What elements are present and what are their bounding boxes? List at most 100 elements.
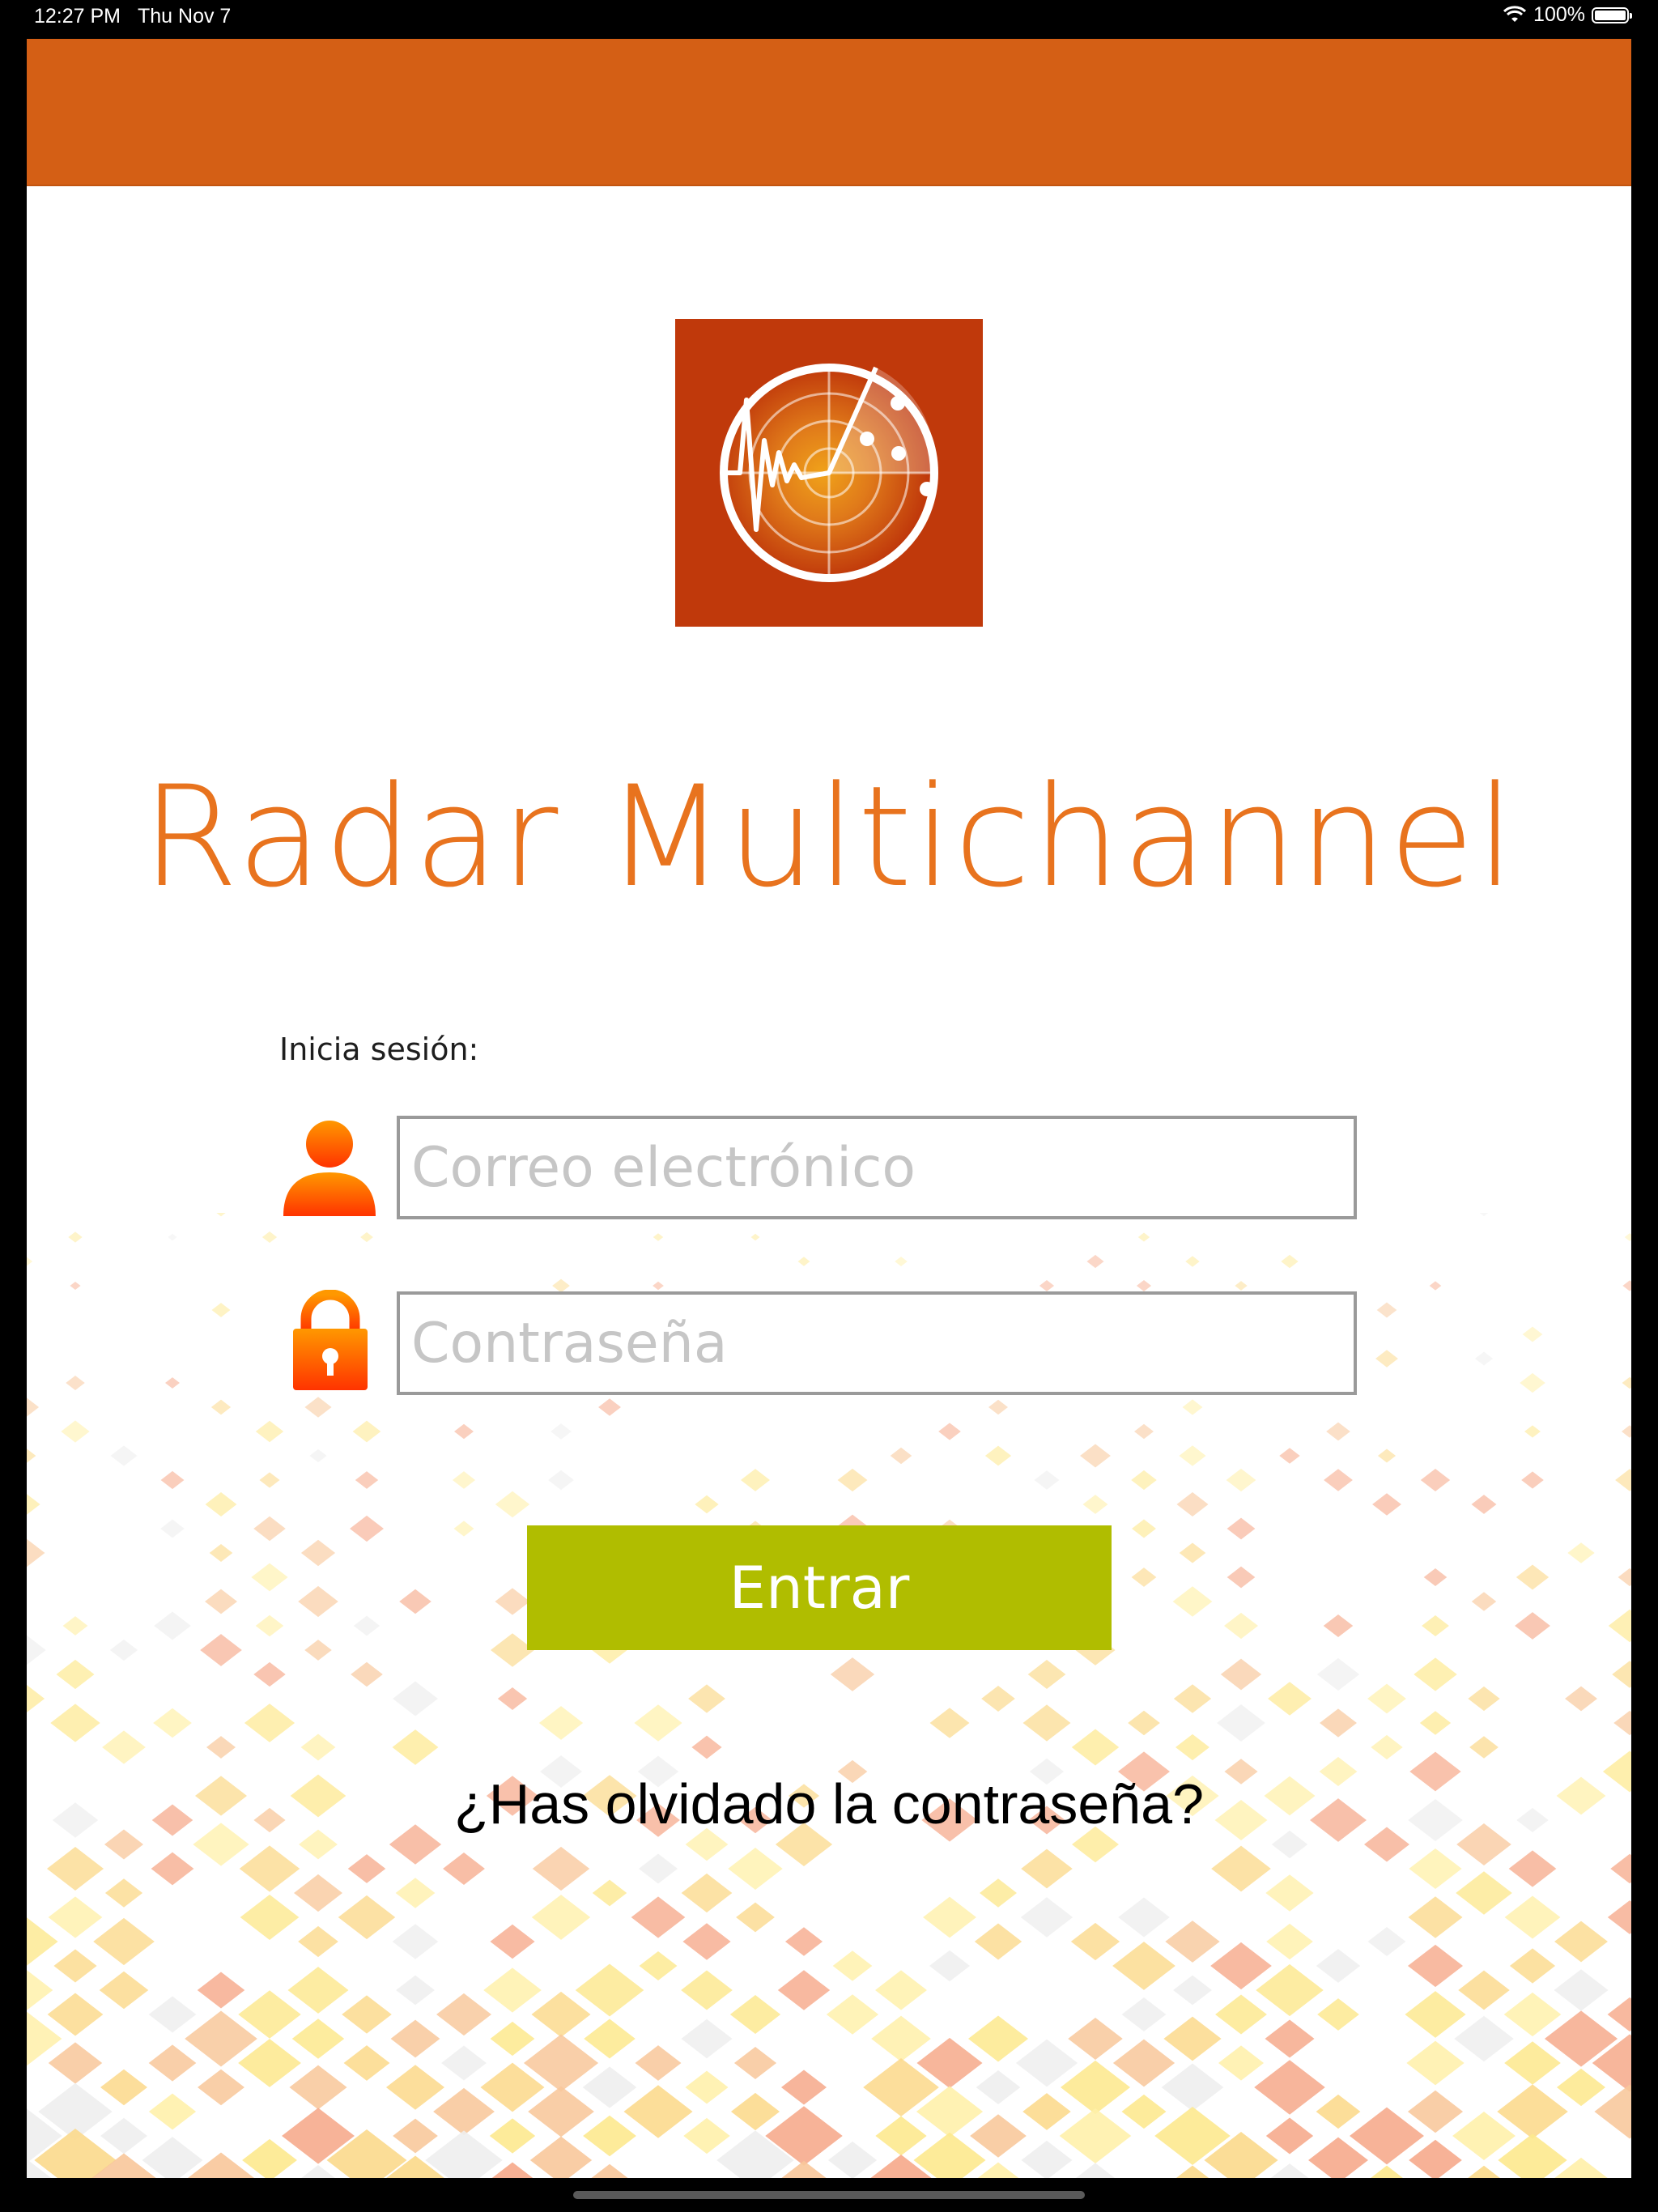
background-diamond: [1406, 2040, 1465, 2086]
background-diamond: [1565, 1686, 1597, 1712]
background-diamond: [1071, 1729, 1120, 1766]
background-diamond: [1508, 1850, 1557, 1887]
background-diamond: [1556, 2068, 1606, 2107]
background-diamond: [967, 2015, 1029, 2062]
background-diamond: [1266, 1923, 1313, 1960]
app-title: Radar Multichannel: [141, 755, 1517, 918]
background-diamond: [635, 2045, 682, 2081]
background-diamond: [1420, 1469, 1451, 1491]
background-diamond: [531, 1895, 591, 1940]
background-diamond: [1279, 1448, 1300, 1464]
background-diamond: [575, 1963, 644, 2017]
background-diamond: [1422, 1615, 1449, 1636]
background-diamond: [294, 1874, 342, 1912]
background-diamond: [197, 1972, 245, 2009]
background-diamond: [1021, 2140, 1073, 2178]
background-diamond: [623, 2085, 693, 2138]
background-diamond: [974, 1923, 1022, 1960]
background-diamond: [691, 1735, 722, 1759]
background-diamond: [1165, 1921, 1220, 1963]
background-diamond: [1265, 2117, 1314, 2155]
background-diamond: [298, 1925, 338, 1958]
background-diamond: [1132, 1519, 1156, 1538]
background-diamond: [1034, 1470, 1060, 1490]
background-diamond: [255, 1614, 284, 1637]
background-diamond: [453, 1423, 474, 1440]
background-diamond: [681, 2018, 733, 2059]
status-bar: 12:27 PM Thu Nov 7 100%: [0, 0, 1658, 37]
background-diamond: [750, 1233, 760, 1241]
background-diamond: [343, 2045, 390, 2081]
background-diamond: [1022, 2093, 1071, 2130]
background-diamond: [729, 1995, 781, 2034]
background-diamond: [1320, 1708, 1357, 1738]
background-diamond: [205, 1589, 237, 1614]
background-diamond: [197, 2069, 245, 2106]
background-diamond: [592, 1879, 627, 1907]
background-diamond: [27, 1257, 33, 1266]
background-diamond: [1323, 1614, 1354, 1638]
background-diamond: [529, 2136, 593, 2178]
background-diamond: [27, 1448, 36, 1463]
background-diamond: [433, 2087, 495, 2136]
background-diamond: [1220, 1658, 1262, 1691]
background-diamond: [830, 1657, 875, 1691]
background-diamond: [206, 1736, 236, 1759]
background-diamond: [1316, 1949, 1361, 1983]
background-diamond: [148, 2044, 197, 2082]
background-diamond: [984, 1445, 1012, 1466]
background-diamond: [304, 1640, 332, 1661]
background-diamond: [584, 2018, 636, 2059]
background-diamond: [1179, 1542, 1206, 1563]
background-diamond: [1161, 2063, 1224, 2112]
background-diamond: [929, 1950, 971, 1982]
background-diamond: [1020, 1897, 1073, 1938]
background-diamond: [1265, 2019, 1315, 2058]
background-diamond: [66, 1375, 85, 1391]
background-diamond: [27, 1970, 53, 2010]
background-diamond: [1515, 1612, 1550, 1640]
background-diamond: [443, 1853, 485, 1885]
background-diamond: [200, 1634, 242, 1666]
background-diamond: [827, 2141, 878, 2178]
background-diamond: [1554, 1921, 1608, 1963]
background-diamond: [777, 1970, 831, 2010]
password-field[interactable]: [397, 1291, 1357, 1395]
background-diamond: [631, 1896, 686, 1938]
background-diamond: [1316, 2094, 1361, 2129]
background-diamond: [50, 1704, 100, 1742]
email-field[interactable]: [397, 1116, 1357, 1219]
background-diamond: [160, 1470, 185, 1490]
background-diamond: [1504, 2041, 1561, 2085]
background-diamond: [102, 1730, 146, 1764]
background-diamond: [1281, 1254, 1299, 1269]
background-diamond: [583, 2115, 636, 2157]
background-diamond: [1176, 1491, 1209, 1517]
background-diamond: [1471, 1495, 1497, 1514]
background-diamond: [1175, 2165, 1209, 2178]
background-diamond: [681, 1873, 733, 1913]
login-button[interactable]: Entrar: [527, 1525, 1112, 1650]
background-diamond: [304, 1397, 332, 1418]
wifi-icon: [1503, 5, 1527, 22]
background-diamond: [27, 1685, 45, 1712]
background-diamond: [1520, 1372, 1545, 1393]
background-diamond: [99, 1971, 149, 2010]
background-diamond: [350, 1515, 384, 1542]
background-diamond: [1268, 1682, 1312, 1716]
background-diamond: [100, 2117, 147, 2155]
background-diamond: [1594, 2084, 1631, 2139]
background-diamond: [634, 1704, 682, 1742]
forgot-password-link[interactable]: ¿Has olvidado la contraseña?: [27, 1772, 1631, 1836]
background-diamond: [342, 1995, 392, 2034]
lock-icon: [293, 1290, 368, 1390]
background-diamond: [988, 1399, 1009, 1415]
background-diamond: [826, 1994, 879, 2035]
background-diamond: [453, 1521, 474, 1537]
background-diamond: [392, 1924, 439, 1959]
home-indicator[interactable]: [573, 2191, 1085, 2199]
background-diamond: [1131, 1568, 1157, 1587]
background-diamond: [1371, 2165, 1403, 2178]
background-diamond: [682, 1923, 731, 1960]
background-diamond: [895, 1257, 908, 1266]
